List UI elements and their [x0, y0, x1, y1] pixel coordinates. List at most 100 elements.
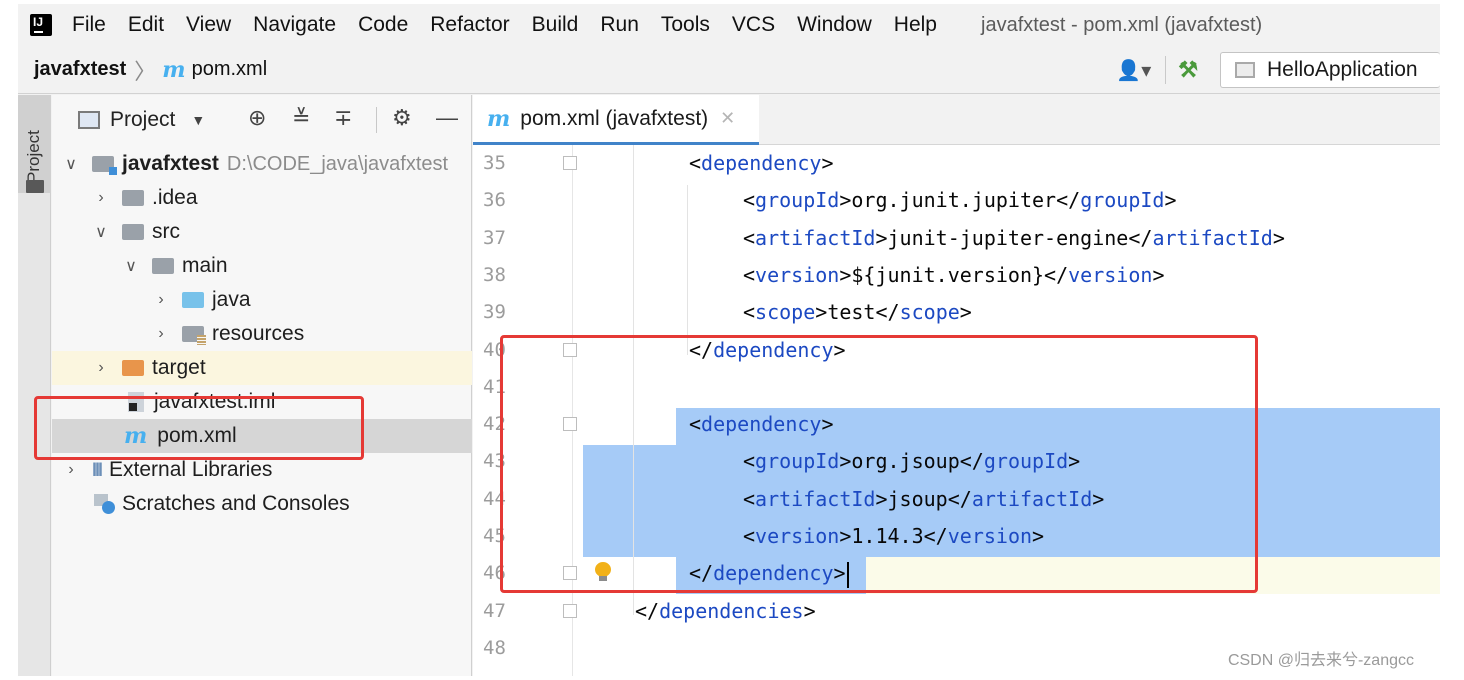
window-title: javafxtest - pom.xml (javafxtest)	[981, 13, 1263, 36]
project-panel-header: Project ▼ ⊕ ≚ ∓ ⚙ —	[52, 95, 471, 145]
maven-file-icon: m	[162, 56, 186, 83]
menu-help[interactable]: Help	[894, 13, 937, 37]
intellij-logo-icon: IJ	[27, 11, 55, 39]
chevron-right-icon[interactable]: ›	[94, 189, 108, 207]
code-line[interactable]: 36 <groupId>org.junit.jupiter</groupId>	[473, 182, 1440, 219]
gear-icon[interactable]: ⚙	[392, 105, 412, 131]
tree-item-iml[interactable]: javafxtest.iml	[52, 385, 472, 419]
tree-item-resources[interactable]: › resources	[52, 317, 472, 351]
project-view-selector[interactable]: Project	[110, 108, 175, 132]
code-line[interactable]: 46 </dependency>	[473, 555, 1440, 592]
tree-item-java[interactable]: › java	[52, 283, 472, 317]
code-line[interactable]: 44 <artifactId>jsoup</artifactId>	[473, 481, 1440, 518]
tree-item-label: .idea	[152, 186, 198, 209]
tree-item-external-libraries[interactable]: › lll External Libraries	[52, 453, 472, 487]
menu-vcs[interactable]: VCS	[732, 13, 775, 37]
tree-item-main[interactable]: ∨ main	[52, 249, 472, 283]
source-folder-icon	[182, 292, 204, 308]
code-line[interactable]: 43 <groupId>org.jsoup</groupId>	[473, 443, 1440, 480]
menu-code[interactable]: Code	[358, 13, 408, 37]
build-hammer-icon[interactable]: ⚒	[1178, 57, 1198, 83]
menu-tools[interactable]: Tools	[661, 13, 710, 37]
menu-refactor[interactable]: Refactor	[430, 13, 509, 37]
code-area[interactable]: 35 <dependency> 36 <groupId>org.junit.ju…	[473, 145, 1440, 676]
code-line[interactable]: 45 <version>1.14.3</version>	[473, 518, 1440, 555]
code-line[interactable]: 35 <dependency>	[473, 145, 1440, 182]
expand-all-icon[interactable]: ≚	[292, 105, 310, 131]
code-line[interactable]: 40 </dependency>	[473, 332, 1440, 369]
fold-marker-icon[interactable]	[563, 156, 577, 170]
left-tool-strip: Project	[18, 95, 51, 676]
folder-icon	[122, 190, 144, 206]
chevron-down-icon[interactable]: ∨	[94, 222, 108, 242]
tree-item-project-root[interactable]: ∨ javafxtest D:\CODE_java\javafxtest	[52, 147, 472, 181]
locate-target-icon[interactable]: ⊕	[248, 105, 266, 131]
project-tool-tab-label: Project	[24, 130, 43, 183]
breadcrumb-separator-icon: 〉	[134, 58, 157, 84]
code-line[interactable]: 47 </dependencies>	[473, 593, 1440, 630]
fold-marker-icon[interactable]	[563, 603, 577, 618]
folder-icon	[122, 224, 144, 240]
line-number: 48	[483, 636, 506, 659]
tab-pom-xml[interactable]: m pom.xml (javafxtest) ✕	[473, 95, 759, 145]
chevron-right-icon[interactable]: ›	[64, 461, 78, 479]
editor-tab-bar: m pom.xml (javafxtest) ✕	[473, 95, 1440, 145]
tree-item-src[interactable]: ∨ src	[52, 215, 472, 249]
line-number: 35	[483, 152, 506, 174]
tree-item-target[interactable]: › target	[52, 351, 472, 385]
lightbulb-icon[interactable]	[595, 562, 611, 582]
user-dropdown-icon[interactable]: 👤▾	[1116, 58, 1151, 83]
line-number: 42	[483, 413, 506, 436]
tree-item-label: target	[152, 356, 206, 379]
line-number: 41	[483, 375, 506, 398]
tab-label: pom.xml (javafxtest)	[520, 106, 709, 130]
tree-item-label: java	[212, 288, 251, 311]
collapse-all-icon[interactable]: ∓	[334, 105, 352, 131]
line-number: 43	[483, 450, 506, 473]
close-icon[interactable]: ✕	[720, 108, 735, 129]
code-line[interactable]: 37 <artifactId>junit-jupiter-engine</art…	[473, 220, 1440, 257]
menu-navigate[interactable]: Navigate	[253, 13, 336, 37]
chevron-down-icon[interactable]: ▼	[191, 112, 205, 128]
menu-bar: IJ File Edit View Navigate Code Refactor…	[18, 4, 1440, 46]
line-number: 44	[483, 487, 506, 510]
menu-edit[interactable]: Edit	[128, 13, 164, 37]
fold-marker-icon[interactable]	[563, 342, 577, 357]
menu-view[interactable]: View	[186, 13, 231, 37]
run-configuration-selector[interactable]: HelloApplication	[1220, 52, 1440, 88]
tree-item-label: Scratches and Consoles	[122, 492, 350, 515]
scratches-icon	[94, 494, 116, 514]
breadcrumb-file[interactable]: pom.xml	[192, 58, 268, 81]
excluded-folder-icon	[122, 360, 144, 376]
breadcrumb-project[interactable]: javafxtest	[34, 58, 126, 81]
line-number: 38	[483, 263, 506, 286]
text-caret	[846, 561, 849, 588]
module-file-icon	[128, 392, 144, 412]
menu-window[interactable]: Window	[797, 13, 872, 37]
chevron-down-icon[interactable]: ∨	[64, 154, 78, 174]
menu-run[interactable]: Run	[600, 13, 639, 37]
fold-marker-icon[interactable]	[563, 566, 577, 581]
line-number: 39	[483, 301, 506, 324]
tree-item-label: resources	[212, 322, 305, 345]
tree-item-label: pom.xml	[157, 424, 237, 447]
project-tool-tab[interactable]: Project	[18, 95, 51, 193]
chevron-down-icon[interactable]: ∨	[124, 256, 138, 276]
menu-file[interactable]: File	[72, 13, 106, 37]
code-line[interactable]: 39 <scope>test</scope>	[473, 294, 1440, 331]
line-number: 46	[483, 562, 506, 585]
chevron-right-icon[interactable]: ›	[94, 359, 108, 377]
code-line[interactable]: 38 <version>${junit.version}</version>	[473, 257, 1440, 294]
code-line[interactable]: 41	[473, 369, 1440, 406]
chevron-right-icon[interactable]: ›	[154, 291, 168, 309]
project-panel: Project ▼ ⊕ ≚ ∓ ⚙ — ∨ javafxtest D:\CODE…	[52, 95, 472, 676]
fold-marker-icon[interactable]	[563, 417, 577, 432]
chevron-right-icon[interactable]: ›	[154, 325, 168, 343]
minimize-icon[interactable]: —	[436, 105, 458, 131]
tree-item-idea[interactable]: › .idea	[52, 181, 472, 215]
menu-build[interactable]: Build	[532, 13, 579, 37]
code-line[interactable]: 42 <dependency>	[473, 406, 1440, 443]
line-number: 37	[483, 226, 506, 249]
tree-item-pom[interactable]: m pom.xml	[52, 419, 472, 453]
tree-item-scratches[interactable]: Scratches and Consoles	[52, 487, 472, 521]
